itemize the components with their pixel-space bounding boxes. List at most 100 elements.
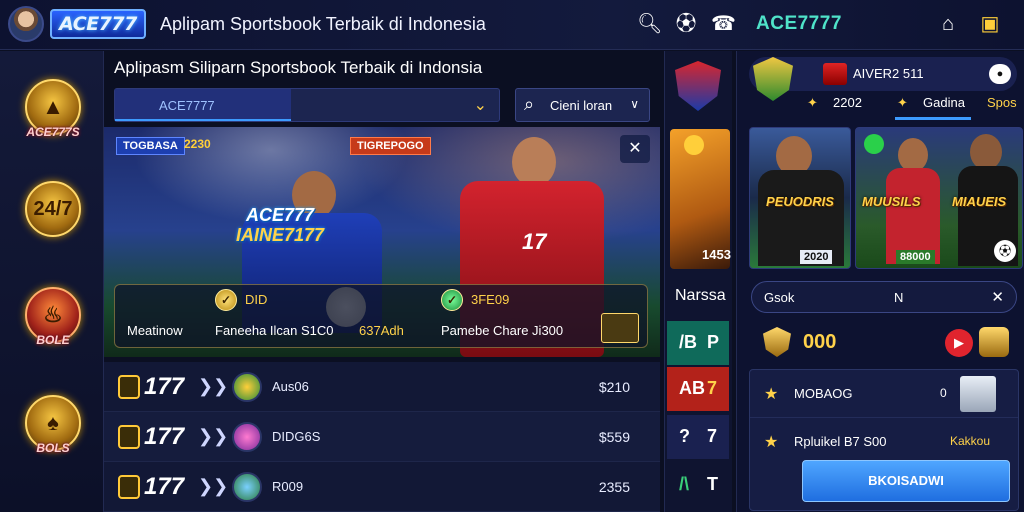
game-tile[interactable]: ? 7: [667, 415, 729, 459]
row-name: DIDG6S: [272, 429, 321, 444]
middle-column: 1453 Narssa /B P AB 7 ? 7 /\ T: [664, 51, 732, 512]
section-label: Narssa: [675, 287, 726, 304]
table-row[interactable]: 177 ❯❯ Aus06 $210: [104, 362, 660, 412]
lock-icon: [118, 475, 140, 499]
row-number: 177: [144, 423, 185, 450]
jersey-text: ACE777 IAINE7177: [236, 205, 325, 245]
sidebar-item-ace777s[interactable]: ▲ ACE777S: [20, 79, 86, 139]
row-amount: $210: [598, 379, 630, 395]
right-tabs: ✦ 2202 ✦ Gadina Spos: [749, 93, 1017, 120]
star-icon: ★: [764, 434, 779, 451]
search-dropdown[interactable]: ⌕ Cieni loran ∨: [515, 88, 650, 122]
promo-caption: PEUODRIS: [766, 194, 834, 209]
row-name: R009: [272, 479, 304, 494]
page-heading: Aplipasm Siliparn Sportsbook Terbaik di …: [114, 58, 483, 77]
tab-value[interactable]: 2202: [833, 95, 862, 110]
star-icon: ★: [764, 386, 779, 403]
app-logo[interactable]: ACE777: [50, 9, 146, 39]
search-label: Gsok: [764, 290, 795, 305]
top-bar: ACE777 Aplipam Sportsbook Terbaik di Ind…: [0, 0, 1024, 50]
play-icon[interactable]: ▶: [945, 329, 973, 357]
match-info-bar: ✓ DID Meatinow Faneeha Ilcan S1C0 637Adh…: [114, 284, 648, 348]
bet-list: ★ MOBAOG 0 ★ Rpluikel B7 S00 Kakkou BKOI…: [749, 369, 1019, 511]
hero-tag: TOGBASA: [116, 137, 185, 155]
right-panel: AIVER2 511 ● ✦ 2202 ✦ Gadina Spos PEUODR…: [736, 51, 1024, 512]
promo-tile[interactable]: PEUODRIS 2020: [749, 127, 851, 269]
soccer-ball-icon[interactable]: ⚽︎: [674, 12, 698, 36]
table-row[interactable]: 177 ❯❯ DIDG6S $559: [104, 412, 660, 462]
game-tile[interactable]: AB 7: [667, 367, 729, 411]
toggle-button[interactable]: ●: [989, 64, 1011, 84]
list-item[interactable]: ★ Rpluikel B7 S00 Kakkou: [750, 418, 1018, 466]
coin-icon: [684, 135, 704, 155]
table-row[interactable]: 177 ❯❯ R009 2355: [104, 462, 660, 512]
search-icon: ⌕: [524, 94, 535, 114]
tab-gadina[interactable]: Gadina: [923, 95, 965, 110]
search-mid: N: [894, 290, 904, 305]
cta-button[interactable]: BKOISADWI: [802, 460, 1010, 502]
badge-icon: ✓: [441, 289, 463, 311]
avatar: [232, 422, 262, 452]
close-icon[interactable]: ✕: [620, 135, 650, 163]
gold-badge-icon[interactable]: [979, 327, 1009, 357]
row-number: 177: [144, 373, 185, 400]
promo-tile[interactable]: MUUSILS MIAUEIS 88000 ⚽︎: [855, 127, 1023, 269]
close-icon[interactable]: ✕: [991, 288, 1004, 306]
search-input[interactable]: Gsok N ✕: [751, 281, 1017, 313]
chevron-down-icon[interactable]: ⌄: [474, 95, 487, 115]
soccer-ball-icon[interactable]: ⚽︎: [994, 240, 1016, 262]
tile-glyph: /B: [679, 332, 697, 352]
stat-label: Faneeha Ilcan S1C0: [215, 323, 334, 338]
badge-icon: [763, 327, 791, 357]
next-button[interactable]: [601, 313, 639, 343]
list-item[interactable]: ★ MOBAOG 0: [750, 370, 1018, 418]
brand-label: ACE7777: [756, 13, 842, 34]
shop-icon[interactable]: ▣: [978, 12, 1002, 36]
tile-side: 7: [707, 378, 718, 398]
laurel-badge-icon: 24/7: [25, 181, 81, 237]
row-amount: 2355: [598, 479, 630, 495]
promo-caption: MUUSILS: [862, 194, 921, 209]
hero-tag-value: 2230: [184, 137, 211, 151]
sidebar-item-bols[interactable]: ♠ BOLS: [20, 395, 86, 455]
support-icon[interactable]: ☎︎: [711, 12, 736, 36]
game-tile[interactable]: /\ T: [667, 463, 729, 507]
stat-value: DID: [245, 292, 268, 307]
tile-side: 7: [707, 426, 718, 446]
chevron-right-icon: ❯❯: [198, 376, 229, 396]
score-value: 000: [803, 331, 837, 353]
promo-value: 2020: [800, 250, 833, 264]
tile-glyph: AB: [679, 378, 705, 398]
account-bar[interactable]: AIVER2 511 ●: [749, 57, 1017, 101]
coin-icon: ✓: [215, 289, 237, 311]
home-icon[interactable]: ⌂: [936, 12, 960, 36]
tab-spos[interactable]: Spos: [987, 95, 1017, 110]
team-shield-icon[interactable]: [675, 61, 721, 111]
category-select[interactable]: ACE7777 ⌄: [114, 88, 500, 122]
sidebar-item-24-7[interactable]: 24/7: [20, 181, 86, 237]
chevron-down-icon: ∨: [630, 97, 639, 111]
avatar: [232, 472, 262, 502]
search-icon[interactable]: 🔍︎: [637, 12, 662, 36]
game-tile[interactable]: /B P: [667, 321, 729, 365]
stat-label: 637Adh: [359, 323, 404, 338]
player-thumbnail: [960, 376, 996, 412]
hero-tag-promo: TIGREPOGO: [350, 137, 431, 155]
tile-glyph: ?: [679, 426, 690, 446]
list-item-text: Rpluikel B7 S00: [794, 434, 887, 449]
jersey-number: 17: [522, 229, 547, 254]
sidebar: ▲ ACE777S 24/7 ♨ BOLE ♠ BOLS: [0, 51, 104, 512]
search-dropdown-label: Cieni loran: [550, 98, 613, 113]
sidebar-item-label: BOLE: [36, 333, 70, 347]
list-item-value: 0: [940, 386, 947, 400]
sidebar-item-label: BOLS: [36, 441, 70, 455]
sidebar-item-bole[interactable]: ♨ BOLE: [20, 287, 86, 347]
promo-value: 88000: [896, 250, 935, 264]
promo-card[interactable]: 1453: [670, 129, 731, 269]
sidebar-item-label: ACE777S: [26, 125, 80, 139]
list-item-text: MOBAOG: [794, 386, 853, 401]
promo-caption: MIAUEIS: [952, 194, 1007, 209]
user-avatar[interactable]: [8, 6, 44, 42]
hero-banner[interactable]: TOGBASA 2230 TIGREPOGO ✕ ACE777 IAINE717…: [104, 127, 660, 357]
row-name: Aus06: [272, 379, 309, 394]
